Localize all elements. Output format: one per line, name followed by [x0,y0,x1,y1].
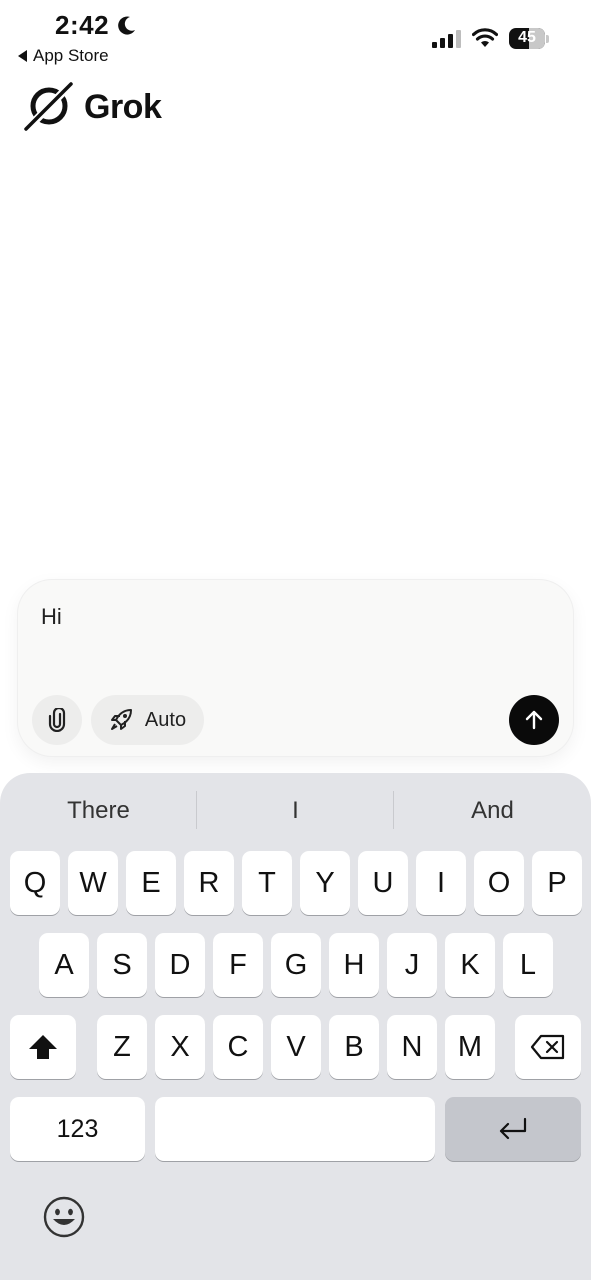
key-w[interactable]: W [68,851,118,915]
shift-icon [29,1035,57,1059]
delete-key[interactable] [515,1015,581,1079]
model-mode-button[interactable]: Auto [91,695,204,745]
key-x[interactable]: X [155,1015,205,1079]
back-to-app-store[interactable]: App Store [18,46,109,66]
key-z[interactable]: Z [97,1015,147,1079]
wifi-icon [472,28,498,47]
key-p[interactable]: P [532,851,582,915]
cellular-signal-icon [432,30,461,48]
key-b[interactable]: B [329,1015,379,1079]
key-o[interactable]: O [474,851,524,915]
emoji-icon[interactable] [42,1195,86,1239]
grok-logo: Grok [24,82,162,132]
key-y[interactable]: Y [300,851,350,915]
suggestion-2[interactable]: I [197,791,394,831]
backspace-icon [530,1034,565,1060]
key-h[interactable]: H [329,933,379,997]
battery-indicator: 45 [509,28,545,49]
battery-level: 45 [518,29,536,46]
back-arrow-icon [18,50,27,62]
keyboard: There I And Q W E R T Y U I O P A S D F … [0,773,591,1280]
shift-key[interactable] [10,1015,76,1079]
key-e[interactable]: E [126,851,176,915]
paperclip-icon [48,708,66,732]
app-name: Grok [84,87,162,126]
key-q[interactable]: Q [10,851,60,915]
key-j[interactable]: J [387,933,437,997]
key-m[interactable]: M [445,1015,495,1079]
key-n[interactable]: N [387,1015,437,1079]
space-key[interactable] [155,1097,435,1161]
grok-mark-icon [24,82,73,131]
back-label: App Store [33,46,109,65]
key-i[interactable]: I [416,851,466,915]
key-s[interactable]: S [97,933,147,997]
send-button[interactable] [509,695,559,745]
key-d[interactable]: D [155,933,205,997]
key-a[interactable]: A [39,933,89,997]
message-input[interactable]: Hi [41,604,62,630]
rocket-icon [110,709,132,730]
key-l[interactable]: L [503,933,553,997]
suggestion-3[interactable]: And [394,791,591,831]
numbers-key[interactable]: 123 [10,1097,145,1161]
mode-label: Auto [144,708,187,731]
key-k[interactable]: K [445,933,495,997]
battery-cap [546,35,549,43]
attach-button[interactable] [32,695,82,745]
message-composer: Hi Auto [18,580,573,756]
key-r[interactable]: R [184,851,234,915]
key-v[interactable]: V [271,1015,321,1079]
key-c[interactable]: C [213,1015,263,1079]
status-time: 2:42 [55,10,110,40]
return-key[interactable] [445,1097,581,1161]
moon-icon [118,16,135,35]
key-t[interactable]: T [242,851,292,915]
key-f[interactable]: F [213,933,263,997]
key-g[interactable]: G [271,933,321,997]
key-u[interactable]: U [358,851,408,915]
return-icon [499,1117,527,1140]
arrow-up-icon [525,710,543,730]
suggestion-1[interactable]: There [0,791,197,831]
